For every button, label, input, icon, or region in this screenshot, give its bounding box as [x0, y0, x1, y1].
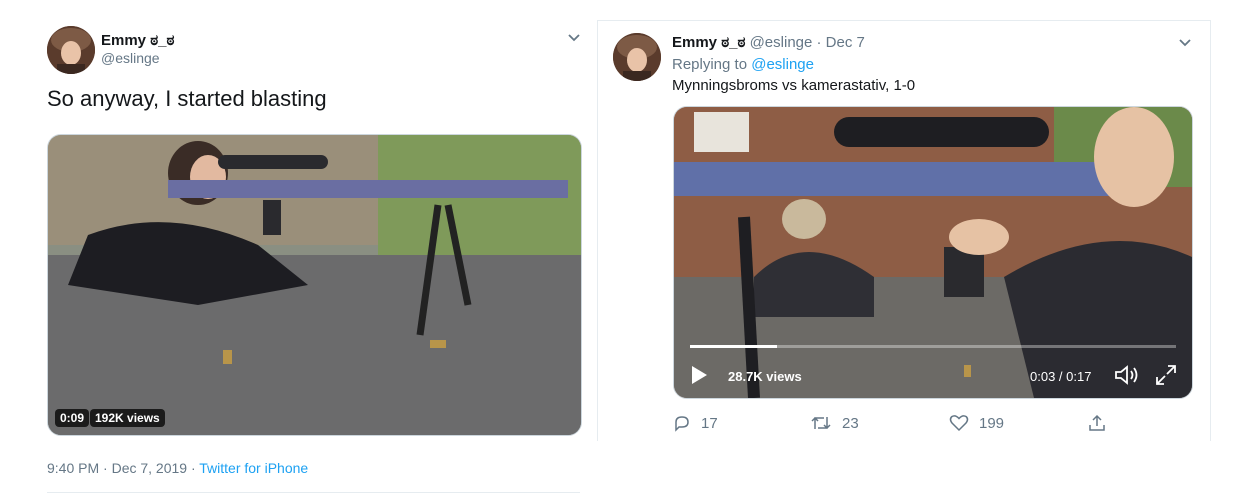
video-duration-badge: 0:09: [55, 409, 90, 427]
video-frame: [48, 135, 581, 435]
tweet-right: Emmy ಠ_ಠ @eslinge · Dec 7 Replying to @e…: [597, 20, 1211, 441]
video-time: 0:03 / 0:17: [1030, 369, 1092, 384]
retweet-count: 23: [842, 414, 859, 432]
replying-prefix: Replying to: [672, 56, 752, 73]
video-player[interactable]: 28.7K views 0:03 / 0:17: [673, 106, 1193, 399]
avatar[interactable]: [47, 26, 95, 74]
tweet-date[interactable]: · Dec 7: [817, 34, 865, 51]
replying-to-link[interactable]: @eslinge: [751, 56, 814, 73]
source-link[interactable]: Twitter for iPhone: [199, 460, 308, 476]
video-player[interactable]: 0:09 192K views: [47, 134, 582, 436]
user-name[interactable]: Emmy ಠ_ಠ: [101, 32, 174, 49]
tweet-header: Emmy ಠ_ಠ @eslinge · Dec 7: [672, 34, 865, 51]
tweet-timestamp: 9:40 PM · Dec 7, 2019 · Twitter for iPho…: [47, 460, 308, 476]
user-handle[interactable]: @eslinge: [101, 50, 160, 66]
video-views: 28.7K views: [728, 369, 802, 384]
share-action[interactable]: [1088, 414, 1106, 432]
reply-action[interactable]: 17: [673, 414, 718, 432]
divider: [47, 492, 580, 493]
video-frame: [674, 107, 1192, 398]
fullscreen-icon[interactable]: [1155, 364, 1177, 386]
volume-icon[interactable]: [1114, 364, 1142, 386]
progress-track[interactable]: [690, 345, 1176, 348]
user-handle[interactable]: @eslinge: [750, 34, 813, 51]
tweet-left: Emmy ಠ_ಠ @eslinge So anyway, I started b…: [0, 0, 597, 498]
retweet-action[interactable]: 23: [810, 414, 859, 432]
video-views-badge: 192K views: [90, 409, 165, 427]
avatar[interactable]: [613, 33, 661, 81]
reply-icon: [675, 416, 689, 432]
tweet-text: Mynningsbroms vs kamerastativ, 1-0: [672, 77, 916, 94]
tweet-text: So anyway, I started blasting: [47, 86, 327, 111]
share-icon: [1089, 414, 1105, 431]
like-icon: [949, 415, 969, 432]
chevron-down-icon[interactable]: [567, 31, 581, 45]
timestamp-text[interactable]: 9:40 PM · Dec 7, 2019 ·: [47, 460, 199, 476]
replying-to: Replying to @eslinge: [672, 56, 814, 73]
play-icon[interactable]: [690, 365, 708, 385]
reply-count: 17: [701, 414, 718, 432]
user-name[interactable]: Emmy ಠ_ಠ: [672, 34, 745, 51]
progress-fill: [690, 345, 778, 348]
chevron-down-icon[interactable]: [1178, 36, 1192, 50]
retweet-icon: [811, 416, 831, 430]
like-count: 199: [979, 414, 1005, 432]
like-action[interactable]: 199: [949, 414, 1004, 432]
